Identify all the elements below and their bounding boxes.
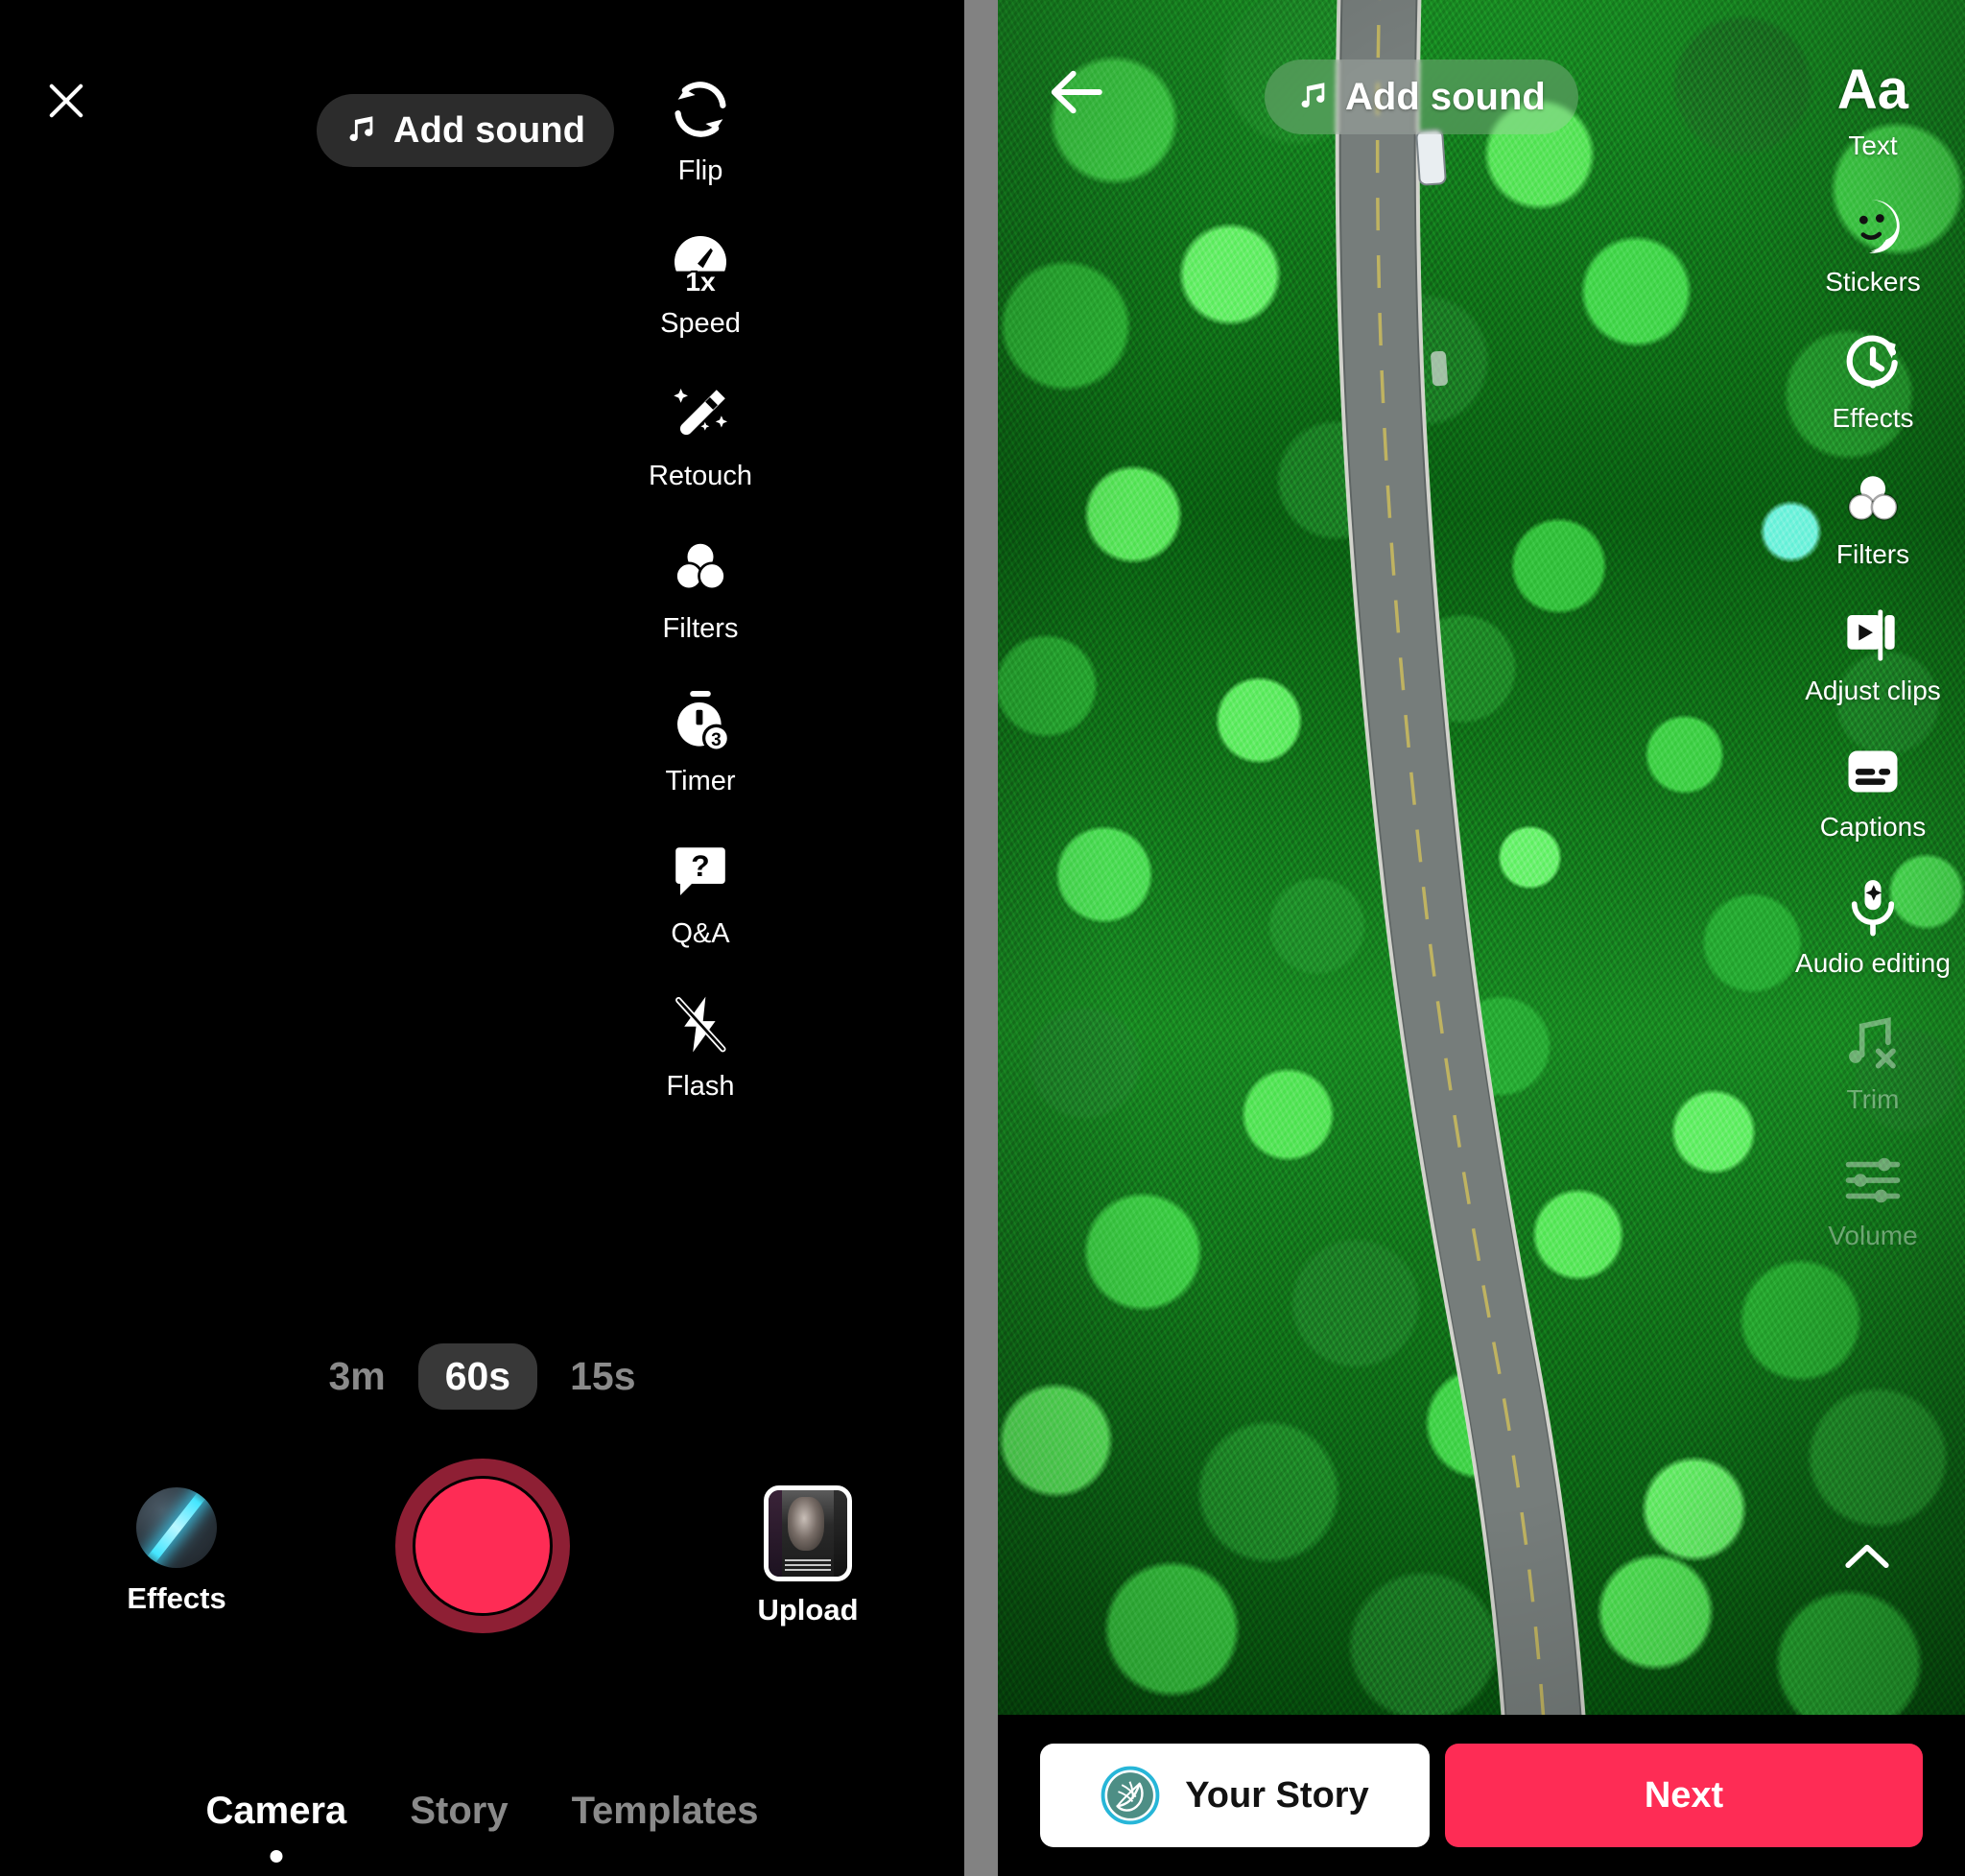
timer-3s-icon: 3 (666, 685, 735, 754)
upload-button[interactable]: Upload (731, 1485, 885, 1625)
tab-camera[interactable]: Camera (205, 1790, 347, 1863)
svg-text:1x: 1x (685, 266, 716, 297)
tab-camera-label: Camera (205, 1790, 347, 1832)
camera-tool-label: Timer (665, 766, 736, 796)
captions-icon (1840, 739, 1906, 804)
panel-divider (964, 0, 998, 1876)
camera-tool-rail: Flip 1x Speed Retouch Filters 3 Timer ? … (619, 75, 782, 1143)
music-note-icon (349, 116, 373, 142)
capture-controls: Effects Upload (0, 1459, 964, 1660)
camera-tool-timer[interactable]: 3 Timer (619, 685, 782, 796)
camera-tool-label: Flash (666, 1071, 735, 1102)
arrow-left-icon[interactable] (1044, 59, 1109, 125)
story-leaf-icon (1101, 1766, 1160, 1825)
filters-circles-icon (1840, 466, 1906, 532)
duration-selector: 3m 60s 15s (0, 1343, 964, 1410)
volume-sliders-icon (1840, 1148, 1906, 1213)
camera-tool-label: Retouch (648, 461, 752, 491)
bottom-tab-bar: Camera Story Templates (0, 1790, 964, 1863)
add-sound-button[interactable]: Add sound (1265, 59, 1578, 134)
flip-camera-icon (666, 75, 735, 144)
filters-circles-icon (666, 533, 735, 602)
adjust-clips-icon (1840, 603, 1906, 668)
tab-templates-label: Templates (571, 1790, 759, 1832)
camera-tool-retouch[interactable]: Retouch (619, 380, 782, 490)
camera-tool-filters[interactable]: Filters (619, 533, 782, 643)
effects-button[interactable]: Effects (100, 1487, 253, 1613)
tab-story-label: Story (410, 1790, 509, 1832)
camera-tool-label: Filters (662, 613, 739, 644)
editor-tool-text[interactable]: Aa Text (1781, 58, 1965, 159)
your-story-label: Your Story (1185, 1774, 1369, 1816)
editor-action-bar: Your Story Next (998, 1715, 1965, 1876)
camera-tool-label: Q&A (671, 918, 730, 949)
trim-music-scissors-icon (1840, 1011, 1906, 1077)
svg-text:?: ? (691, 848, 709, 883)
next-label: Next (1644, 1774, 1724, 1816)
camera-tool-speed[interactable]: 1x Speed (619, 227, 782, 338)
editor-tool-trim[interactable]: Trim (1781, 1011, 1965, 1113)
camera-tool-flip[interactable]: Flip (619, 75, 782, 185)
upload-button-label: Upload (757, 1593, 859, 1627)
camera-tool-label: Flip (677, 155, 723, 186)
next-button[interactable]: Next (1445, 1744, 1923, 1847)
tab-templates[interactable]: Templates (572, 1792, 759, 1830)
duration-option-60s[interactable]: 60s (417, 1343, 538, 1410)
shutter-icon (412, 1476, 553, 1616)
editor-tool-label: Filters (1835, 539, 1910, 569)
editor-screen: Add sound Aa Text Stickers Effects Filte… (998, 0, 1965, 1876)
microphone-sparkle-icon (1840, 875, 1906, 940)
editor-tool-label: Trim (1846, 1084, 1900, 1114)
editor-tool-label: Adjust clips (1805, 676, 1941, 705)
editor-tool-label: Audio editing (1795, 948, 1951, 978)
editor-tool-volume[interactable]: Volume (1781, 1148, 1965, 1249)
upload-thumbnail-icon (764, 1485, 852, 1581)
add-sound-button[interactable]: Add sound (317, 94, 615, 167)
camera-tool-qa[interactable]: ? Q&A (619, 838, 782, 948)
editor-tool-label: Effects (1832, 403, 1914, 433)
magic-wand-icon (666, 380, 735, 449)
editor-tool-label: Captions (1819, 812, 1927, 842)
editor-tool-rail: Aa Text Stickers Effects Filters Adjust … (1781, 58, 1965, 1284)
video-preview[interactable]: Add sound Aa Text Stickers Effects Filte… (998, 0, 1965, 1715)
svg-text:3: 3 (711, 730, 722, 750)
effects-button-label: Effects (127, 1581, 226, 1615)
duration-option-3m[interactable]: 3m (301, 1343, 412, 1410)
camera-screen: Add sound Flip 1x Speed Retouch Filters … (0, 0, 964, 1876)
chevron-up-icon[interactable] (1840, 1533, 1894, 1578)
camera-tool-flash[interactable]: Flash (619, 990, 782, 1101)
effects-orb-icon (136, 1487, 217, 1568)
editor-tool-label: Volume (1828, 1221, 1918, 1250)
editor-tool-effects[interactable]: Effects (1781, 330, 1965, 432)
close-icon[interactable] (40, 75, 92, 127)
speed-1x-icon: 1x (666, 227, 735, 297)
editor-tool-filters[interactable]: Filters (1781, 466, 1965, 568)
record-button[interactable] (394, 1459, 570, 1633)
active-tab-indicator (270, 1850, 283, 1863)
editor-tool-label: Stickers (1825, 267, 1921, 297)
editor-tool-audio-editing[interactable]: Audio editing (1781, 875, 1965, 977)
add-sound-label: Add sound (1345, 75, 1546, 118)
question-bubble-icon: ? (666, 838, 735, 907)
tab-story[interactable]: Story (410, 1792, 508, 1830)
text-aa-glyph: Aa (1836, 59, 1909, 121)
add-sound-label: Add sound (393, 109, 586, 151)
flash-off-icon (666, 990, 735, 1059)
sticker-face-icon (1840, 194, 1906, 259)
editor-tool-adjust-clips[interactable]: Adjust clips (1781, 603, 1965, 704)
duration-option-15s[interactable]: 15s (543, 1343, 662, 1410)
tiktok-camera-and-editor-screens: Add sound Flip 1x Speed Retouch Filters … (0, 0, 1965, 1876)
effects-clock-icon (1840, 330, 1906, 395)
your-story-button[interactable]: Your Story (1040, 1744, 1430, 1847)
text-aa-icon: Aa (1836, 58, 1909, 123)
editor-tool-stickers[interactable]: Stickers (1781, 194, 1965, 296)
editor-tool-label: Text (1848, 131, 1898, 160)
music-note-icon (1301, 83, 1325, 108)
camera-tool-label: Speed (660, 308, 741, 339)
editor-tool-captions[interactable]: Captions (1781, 739, 1965, 841)
